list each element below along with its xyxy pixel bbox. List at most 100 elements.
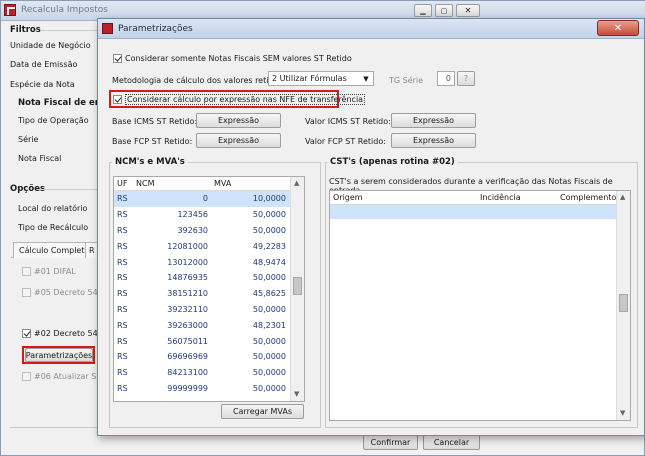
checkbox-box (22, 288, 31, 297)
cancel-button[interactable]: Cancelar (423, 435, 480, 450)
scroll-up-icon[interactable]: ▲ (294, 179, 299, 187)
valor-fcp-label: Valor FCP ST Retido: (305, 137, 386, 146)
checkbox-box (113, 54, 122, 63)
dialog-close-button[interactable]: ✕ (597, 20, 639, 36)
ncm-grid[interactable]: UF NCM MVA RS 0 10,0000 RS 123456 50,0000 RS 39… (113, 176, 305, 402)
table-row[interactable]: RS 13012000 48,9474 (114, 254, 290, 270)
scroll-down-icon[interactable]: ▼ (294, 390, 299, 398)
app-logo-icon (102, 23, 113, 34)
cst-grid[interactable]: Origem Incidência Complemento ▲ ▼ (329, 190, 631, 421)
cst-selected-row[interactable] (330, 205, 617, 219)
valor-fcp-expressao-button[interactable]: Expressão (391, 133, 476, 148)
ncm-scrollbar[interactable]: ▲ ▼ (290, 177, 304, 401)
metodologia-label: Metodologia de cálculo dos valores retid… (112, 76, 283, 85)
cell-ncm: 56075011 (167, 336, 208, 346)
ncm-section-title: NCM's e MVA's (112, 157, 188, 167)
scroll-thumb[interactable] (619, 294, 628, 312)
checkbox-box (22, 372, 31, 381)
cst-section-title: CST's (apenas rotina #02) (327, 157, 458, 167)
local-relatorio-label: Local do relatório (18, 204, 88, 213)
minimize-button[interactable]: ▁ (414, 4, 432, 17)
options-header: Opções (10, 184, 46, 194)
rotina-05-checkbox[interactable]: #05 Decreto 54.3 (22, 288, 105, 297)
table-row[interactable]: RS 39232110 50,0000 (114, 302, 290, 318)
base-fcp-label: Base FCP ST Retido: (112, 137, 193, 146)
table-row[interactable]: RS 12081000 49,2283 (114, 238, 290, 254)
divider (41, 30, 101, 31)
especie-nota-label: Espécie da Nota (10, 80, 75, 89)
ncm-grid-body: RS 0 10,0000 RS 123456 50,0000 RS 392630 50,0000… (114, 191, 304, 396)
expressao-transferencia-checkbox[interactable]: Considerar cálculo por expressão nas NFE… (113, 94, 366, 105)
rotina-05-label: #05 Decreto 54.3 (34, 288, 106, 297)
carregar-mvas-button[interactable]: Carregar MVAs (221, 404, 304, 419)
rotina-01-checkbox[interactable]: #01 DIFAL (22, 267, 76, 276)
cell-ncm: 99999999 (167, 383, 208, 393)
dialog-title: Parametrizações (118, 24, 193, 34)
tipo-operacao-label: Tipo de Operação (18, 116, 89, 125)
rotina-06-checkbox[interactable]: #06 Atualizar Sald (22, 372, 109, 381)
cell-ncm: 69696969 (167, 352, 208, 362)
table-row[interactable]: RS 99999999 50,0000 (114, 381, 290, 397)
table-row[interactable]: RS 69696969 50,0000 (114, 349, 290, 365)
base-fcp-expressao-button[interactable]: Expressão (196, 133, 281, 148)
col-origem: Origem (333, 193, 363, 202)
rotina-02-checkbox[interactable]: #02 Decreto 54.3 (22, 329, 105, 338)
tg-serie-input[interactable]: 0 (437, 71, 455, 86)
valor-icms-expressao-button[interactable]: Expressão (391, 113, 476, 128)
tg-serie-lookup-button[interactable]: ? (457, 71, 475, 86)
cst-scrollbar[interactable]: ▲ ▼ (616, 191, 630, 420)
table-row[interactable]: RS 56075011 50,0000 (114, 333, 290, 349)
divider (10, 427, 100, 428)
table-row[interactable]: RS 0 10,0000 (114, 191, 290, 207)
cell-uf: RS (117, 289, 128, 299)
cell-uf: RS (117, 225, 128, 235)
table-row[interactable]: RS 14876935 50,0000 (114, 270, 290, 286)
parametrizacoes-button[interactable]: Parametrizações (25, 348, 93, 362)
cell-mva: 45,8625 (252, 289, 286, 299)
cell-mva: 50,0000 (252, 210, 286, 220)
scroll-down-icon[interactable]: ▼ (620, 409, 625, 417)
base-icms-label: Base ICMS ST Retido: (112, 117, 198, 126)
serie-label: Série (18, 135, 39, 144)
col-complemento: Complemento (560, 193, 617, 202)
bg-close-button[interactable]: ✕ (456, 4, 480, 17)
tab-calculo-completo[interactable]: Cálculo Completo (13, 242, 96, 258)
table-row[interactable]: RS 84213100 50,0000 (114, 365, 290, 381)
cell-ncm: 123456 (177, 210, 208, 220)
cell-mva: 50,0000 (252, 352, 286, 362)
scroll-thumb[interactable] (293, 277, 302, 295)
cell-ncm: 12081000 (167, 241, 208, 251)
cell-uf: RS (117, 257, 128, 267)
cell-ncm: 392630 (177, 225, 208, 235)
col-ncm: NCM (136, 179, 155, 188)
col-uf: UF (117, 179, 128, 188)
cell-uf: RS (117, 320, 128, 330)
checkbox-box (113, 95, 122, 104)
metodologia-select[interactable]: 2 Utilizar Fórmulas ▼ (268, 71, 374, 86)
cell-uf: RS (117, 368, 128, 378)
confirm-button[interactable]: Confirmar (363, 435, 418, 450)
expressao-transferencia-label: Considerar cálculo por expressão nas NFE… (125, 94, 366, 105)
scroll-up-icon[interactable]: ▲ (620, 193, 625, 201)
cst-grid-header: Origem Incidência Complemento (330, 191, 630, 205)
rotina-02-label: #02 Decreto 54.3 (34, 329, 106, 338)
table-row[interactable]: RS 392630 50,0000 (114, 223, 290, 239)
cell-uf: RS (117, 304, 128, 314)
table-row[interactable]: RS 123456 50,0000 (114, 207, 290, 223)
table-row[interactable]: RS 38151210 45,8625 (114, 286, 290, 302)
nota-fiscal-label: Nota Fiscal (18, 154, 62, 163)
base-icms-expressao-button[interactable]: Expressão (196, 113, 281, 128)
cell-mva: 50,0000 (252, 383, 286, 393)
cell-mva: 50,0000 (252, 336, 286, 346)
only-sem-st-checkbox[interactable]: Considerar somente Notas Fiscais SEM val… (113, 54, 352, 63)
maximize-button[interactable]: ▢ (435, 4, 453, 17)
cell-ncm: 84213100 (167, 368, 208, 378)
valor-icms-label: Valor ICMS ST Retido: (305, 117, 391, 126)
checkbox-box (22, 329, 31, 338)
cell-mva: 50,0000 (252, 304, 286, 314)
cell-mva: 10,0000 (252, 194, 286, 204)
table-row[interactable]: RS 39263000 48,2301 (114, 317, 290, 333)
filters-header: Filtros (10, 25, 41, 35)
tg-serie-label: TG Série (389, 76, 424, 85)
cell-mva: 48,9474 (252, 257, 286, 267)
